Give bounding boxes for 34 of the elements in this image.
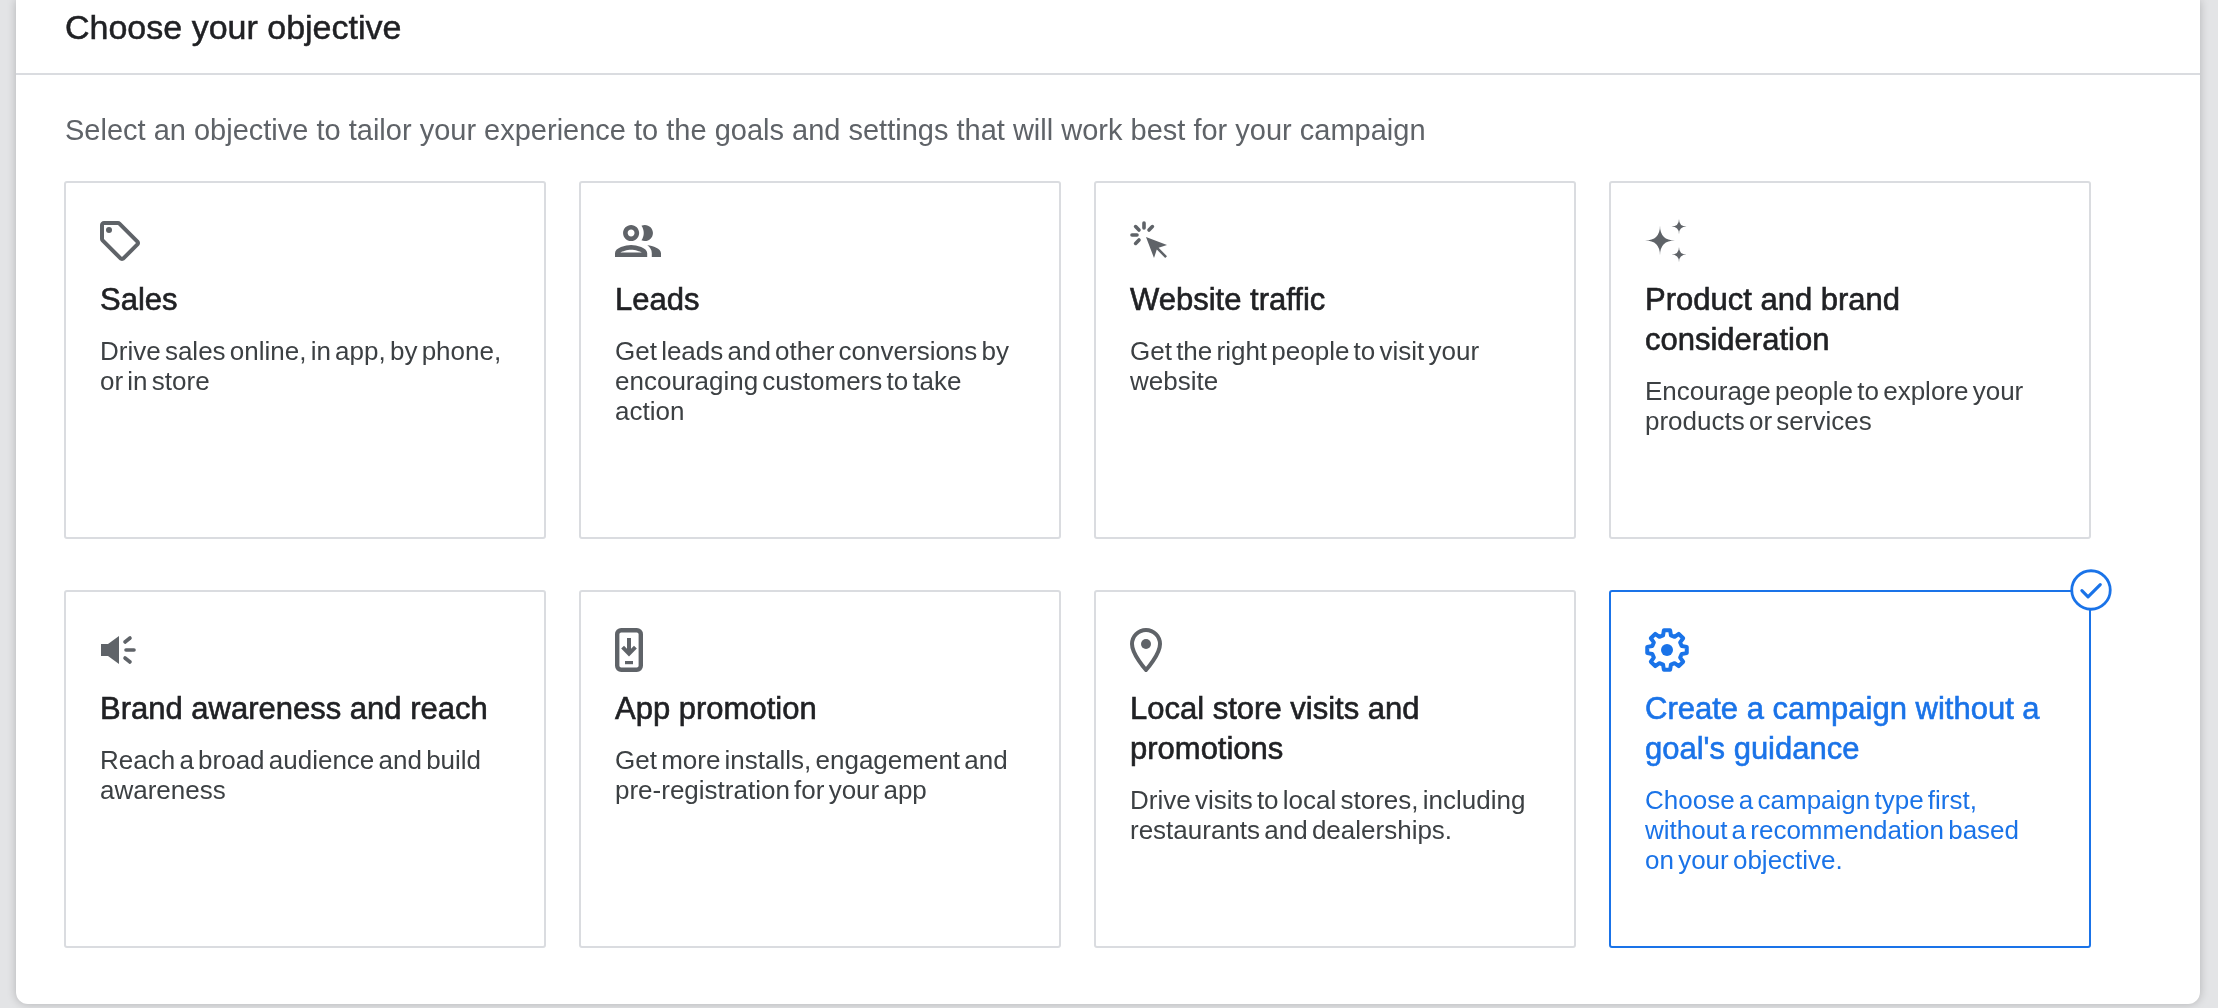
objective-title: Leads	[615, 281, 700, 319]
objective-card[interactable]: Sales Drive sales online, in app, by phone, or in store	[64, 181, 546, 539]
objective-title: Local store visits and promotions	[1130, 690, 1421, 768]
location-pin-icon	[1130, 628, 1162, 672]
check-circle-icon	[2070, 569, 2112, 611]
objective-description: Choose a campaign type first, without a recommendation based on your objective.	[1645, 785, 2020, 875]
objective-card[interactable]: Local store visits and promotions Drive visits to local stores, including restaurants and dealerships.	[1094, 590, 1576, 948]
dialog-title: Choose your objective	[65, 7, 402, 47]
objective-card[interactable]: Brand awareness and reach Reach a broad audience and build awareness	[64, 590, 546, 948]
objective-description: Drive visits to local stores, including restaurants and dealerships.	[1130, 785, 1527, 845]
objective-card[interactable]: App promotion Get more installs, engagement and pre-registration for your app	[579, 590, 1061, 948]
objective-description: Get leads and other conversions by encouraging customers to take action	[615, 336, 1011, 426]
objective-title: Brand awareness and reach	[100, 690, 488, 728]
instruction-text: Select an objective to tailor your experience to the goals and settings that will work best for your campaign	[65, 113, 1426, 147]
cursor-click-icon	[1130, 221, 1170, 261]
people-icon	[615, 224, 661, 258]
objective-description: Get the right people to visit your website	[1130, 336, 1481, 396]
objective-description: Encourage people to explore your products or services	[1645, 376, 2025, 436]
objective-title: App promotion	[615, 690, 817, 728]
objective-title: Website traffic	[1130, 281, 1326, 319]
gear-icon	[1645, 628, 1689, 672]
objective-description: Get more installs, engagement and pre-registration for your app	[615, 745, 1009, 805]
objective-title: Sales	[100, 281, 178, 319]
objective-card[interactable]: Product and brand consideration Encourage people to explore your products or services	[1609, 181, 2091, 539]
objective-description: Drive sales online, in app, by phone, or in store	[100, 336, 503, 396]
objective-title: Create a campaign without a goal's guidance	[1645, 690, 2041, 768]
objective-card[interactable]: Leads Get leads and other conversions by encouraging customers to take action	[579, 181, 1061, 539]
megaphone-icon	[100, 634, 136, 666]
phone-download-icon	[615, 628, 643, 672]
tag-icon	[100, 221, 140, 261]
objective-card[interactable]: Create a campaign without a goal's guidance Choose a campaign type first, without a recommendation based on your objective.	[1609, 590, 2091, 948]
objective-card[interactable]: Website traffic Get the right people to visit your website	[1094, 181, 1576, 539]
objective-description: Reach a broad audience and build awareness	[100, 745, 483, 805]
objective-title: Product and brand consideration	[1645, 281, 1902, 359]
